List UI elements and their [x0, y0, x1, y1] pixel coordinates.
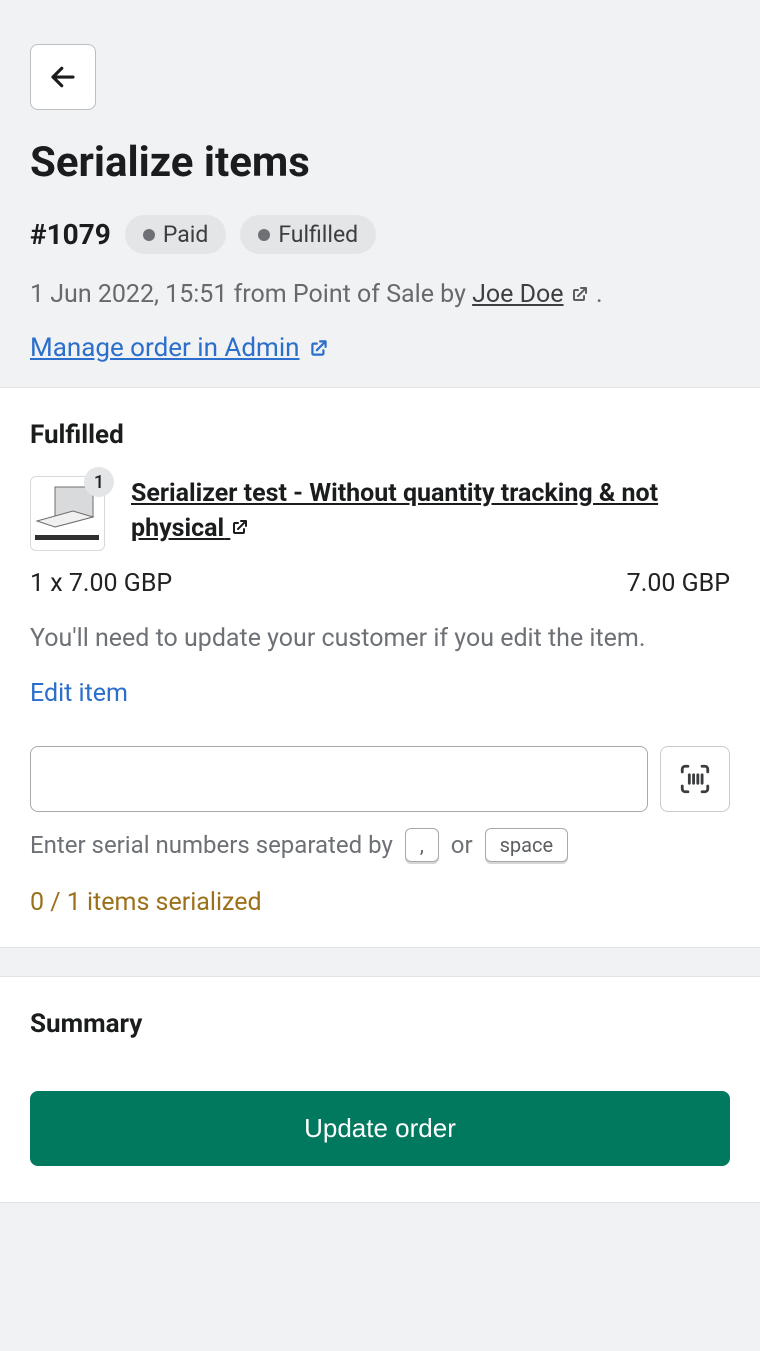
meta-suffix: . — [590, 280, 603, 309]
serial-count: 0 / 1 items serialized — [30, 888, 730, 917]
card-gap — [0, 948, 760, 976]
manage-order-link[interactable]: Manage order in Admin — [30, 333, 330, 363]
order-meta-row: #1079 Paid Fulfilled — [30, 215, 730, 254]
badge-dot-icon — [258, 229, 270, 241]
badge-label: Fulfilled — [278, 221, 358, 248]
product-link[interactable]: Serializer test - Without quantity track… — [131, 479, 658, 543]
badge-label: Paid — [163, 221, 208, 248]
fulfilled-title: Fulfilled — [30, 420, 730, 450]
product-name: Serializer test - Without quantity track… — [131, 479, 658, 543]
page-header: Serialize items #1079 Paid Fulfilled 1 J… — [0, 0, 760, 387]
back-button[interactable] — [30, 44, 96, 110]
separator-hint: Enter serial numbers separated by , or s… — [30, 828, 730, 862]
fulfilled-card: Fulfilled 1 Serializer test - Without qu… — [0, 387, 760, 948]
update-order-button[interactable]: Update order — [30, 1091, 730, 1166]
separator-hint-or: or — [451, 831, 473, 859]
product-thumbnail: 1 — [30, 476, 105, 551]
order-metadata: 1 Jun 2022, 15:51 from Point of Sale by … — [30, 280, 730, 309]
manage-link-label: Manage order in Admin — [30, 333, 300, 363]
line-total: 7.00 GBP — [627, 569, 730, 598]
price-row: 1 x 7.00 GBP 7.00 GBP — [30, 569, 730, 598]
order-number: #1079 — [30, 218, 111, 251]
status-badge-paid: Paid — [125, 215, 226, 254]
badge-dot-icon — [143, 229, 155, 241]
summary-title: Summary — [30, 1009, 730, 1039]
external-link-icon — [308, 337, 330, 359]
edit-hint: You'll need to update your customer if y… — [30, 624, 730, 653]
barcode-icon — [678, 762, 712, 796]
status-badge-fulfilled: Fulfilled — [240, 215, 376, 254]
kbd-space: space — [485, 828, 569, 862]
meta-prefix: 1 Jun 2022, 15:51 from Point of Sale by — [30, 280, 472, 309]
quantity-badge: 1 — [84, 467, 114, 497]
qty-x-price: 1 x 7.00 GBP — [30, 569, 172, 598]
arrow-left-icon — [48, 62, 78, 92]
barcode-scan-button[interactable] — [660, 746, 730, 812]
serial-number-input[interactable] — [30, 746, 648, 812]
edit-item-link[interactable]: Edit item — [30, 679, 128, 708]
footer-gap — [0, 1203, 760, 1263]
page-title: Serialize items — [30, 138, 730, 187]
serial-input-row — [30, 746, 730, 812]
line-item: 1 Serializer test - Without quantity tra… — [30, 476, 730, 551]
staff-link[interactable]: Joe Doe — [472, 280, 563, 309]
external-link-icon — [230, 517, 250, 537]
kbd-comma: , — [405, 828, 439, 862]
summary-card: Summary Update order — [0, 976, 760, 1203]
separator-hint-prefix: Enter serial numbers separated by — [30, 831, 393, 859]
external-link-icon — [570, 284, 590, 304]
product-title-wrap: Serializer test - Without quantity track… — [131, 476, 730, 551]
